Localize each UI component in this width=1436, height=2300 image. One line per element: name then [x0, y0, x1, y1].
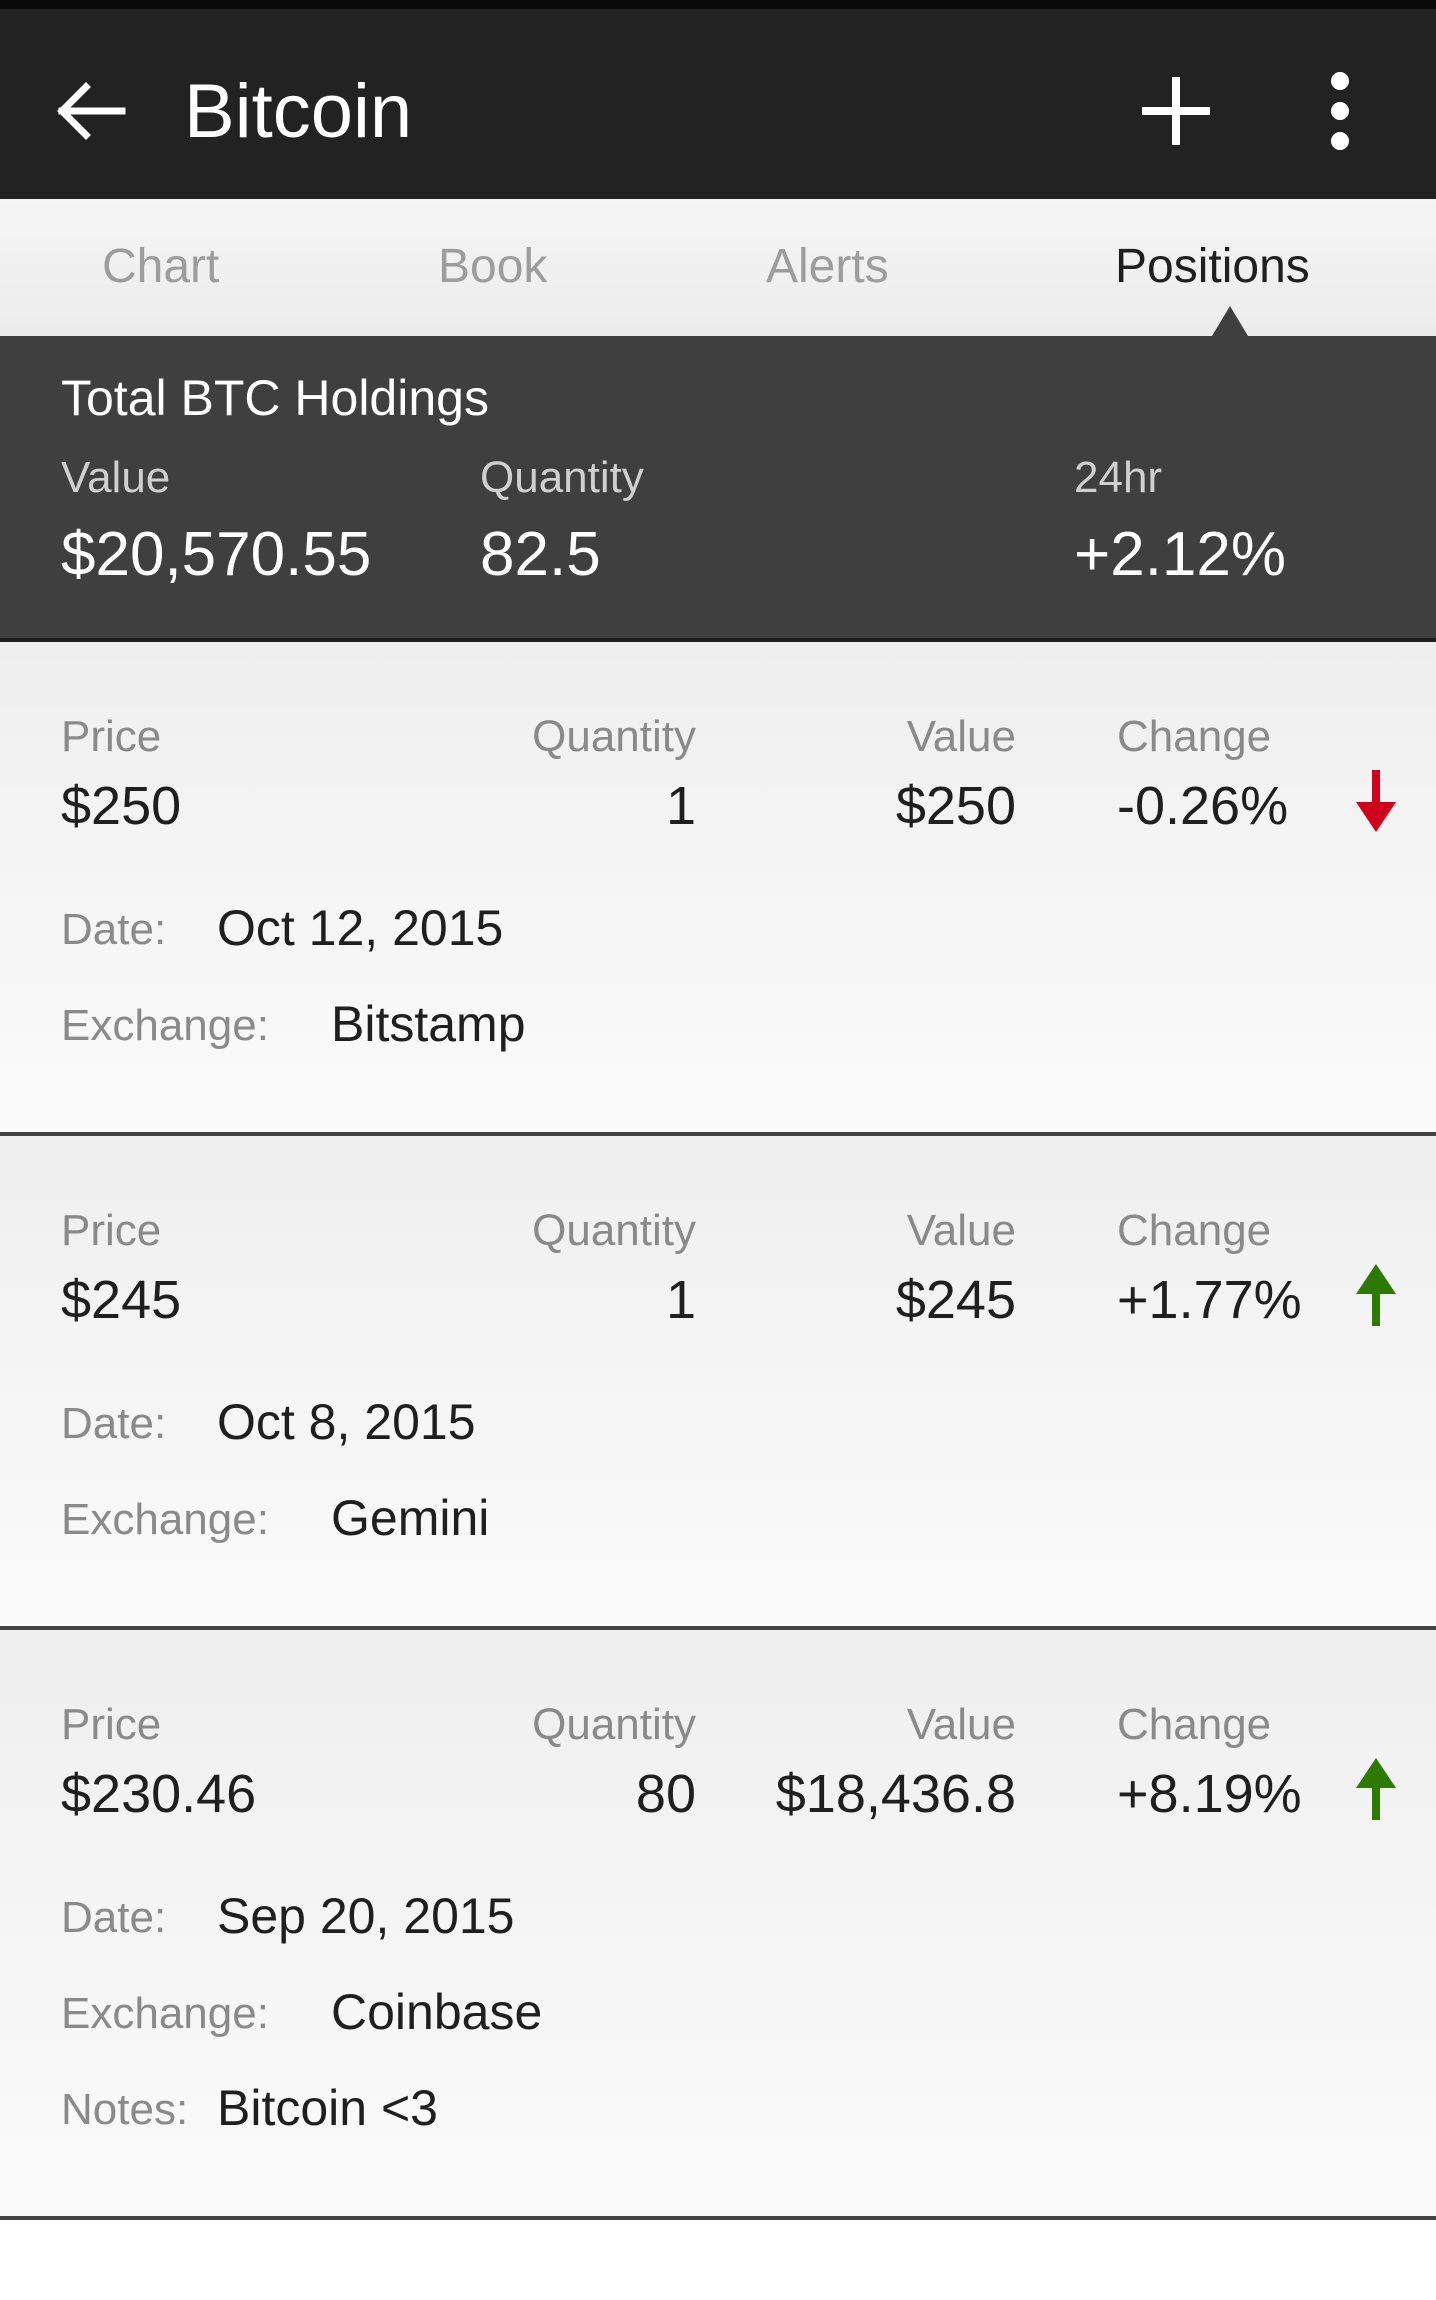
- position-exchange: Gemini: [331, 1490, 490, 1546]
- position-change: +8.19%: [1117, 1764, 1302, 1824]
- page-title: Bitcoin: [184, 69, 413, 154]
- arrow-left-icon: [57, 82, 126, 140]
- tab-book[interactable]: Book: [438, 239, 547, 295]
- back-button[interactable]: [50, 71, 130, 151]
- date-label: Date:: [61, 1893, 167, 1942]
- position-exchange: Bitstamp: [331, 996, 526, 1052]
- price-label: Price: [61, 1700, 162, 1749]
- position-quantity: 80: [635, 1764, 696, 1824]
- position-card[interactable]: Price Quantity Value Change $250 1 $250 …: [0, 642, 1436, 1136]
- exchange-label: Exchange:: [61, 1989, 269, 2038]
- position-notes: Bitcoin <3: [217, 2080, 438, 2136]
- position-date: Oct 8, 2015: [217, 1394, 476, 1450]
- summary-quantity: 82.5: [480, 520, 601, 589]
- active-tab-indicator: [1212, 306, 1248, 336]
- price-label: Price: [61, 712, 162, 761]
- summary-value-label: Value: [61, 453, 171, 502]
- position-change: -0.26%: [1117, 776, 1289, 836]
- exchange-label: Exchange:: [61, 1001, 269, 1050]
- position-quantity: 1: [665, 1270, 696, 1330]
- position-card[interactable]: Price Quantity Value Change $230.46 80 $…: [0, 1630, 1436, 2220]
- quantity-label: Quantity: [532, 1206, 696, 1255]
- summary-title: Total BTC Holdings: [61, 370, 489, 426]
- summary-value: $20,570.55: [61, 520, 372, 589]
- notes-label: Notes:: [61, 2085, 189, 2134]
- change-label: Change: [1117, 712, 1272, 761]
- quantity-label: Quantity: [532, 712, 696, 761]
- arrow-down-icon: [1356, 770, 1396, 832]
- tab-alerts[interactable]: Alerts: [766, 239, 889, 295]
- arrow-up-icon: [1356, 1264, 1396, 1326]
- summary-quantity-label: Quantity: [480, 453, 644, 502]
- exchange-label: Exchange:: [61, 1495, 269, 1544]
- app-bar: Bitcoin: [0, 0, 1436, 199]
- summary-24hr-label: 24hr: [1074, 453, 1163, 502]
- change-label: Change: [1117, 1700, 1272, 1749]
- position-card[interactable]: Price Quantity Value Change $245 1 $245 …: [0, 1136, 1436, 1630]
- plus-icon: [1142, 77, 1210, 145]
- holdings-summary: Total BTC Holdings Value $20,570.55 Quan…: [0, 336, 1436, 642]
- position-value: $18,436.8: [775, 1764, 1016, 1824]
- more-vertical-icon: [1331, 72, 1349, 150]
- position-value: $250: [895, 776, 1016, 836]
- position-quantity: 1: [665, 776, 696, 836]
- value-label: Value: [906, 1700, 1016, 1749]
- position-price: $245: [61, 1270, 182, 1330]
- overflow-menu-button[interactable]: [1300, 71, 1380, 151]
- position-date: Sep 20, 2015: [217, 1888, 515, 1944]
- position-price: $230.46: [61, 1764, 257, 1824]
- summary-24hr-change: +2.12%: [1074, 520, 1287, 589]
- tab-chart[interactable]: Chart: [102, 239, 219, 295]
- position-price: $250: [61, 776, 182, 836]
- arrow-up-icon: [1356, 1758, 1396, 1820]
- position-change: +1.77%: [1117, 1270, 1302, 1330]
- value-label: Value: [906, 712, 1016, 761]
- date-label: Date:: [61, 905, 167, 954]
- position-value: $245: [895, 1270, 1016, 1330]
- price-label: Price: [61, 1206, 162, 1255]
- date-label: Date:: [61, 1399, 167, 1448]
- add-position-button[interactable]: [1136, 71, 1216, 151]
- value-label: Value: [906, 1206, 1016, 1255]
- quantity-label: Quantity: [532, 1700, 696, 1749]
- position-date: Oct 12, 2015: [217, 900, 504, 956]
- position-exchange: Coinbase: [331, 1984, 543, 2040]
- tab-positions[interactable]: Positions: [1115, 239, 1310, 295]
- change-label: Change: [1117, 1206, 1272, 1255]
